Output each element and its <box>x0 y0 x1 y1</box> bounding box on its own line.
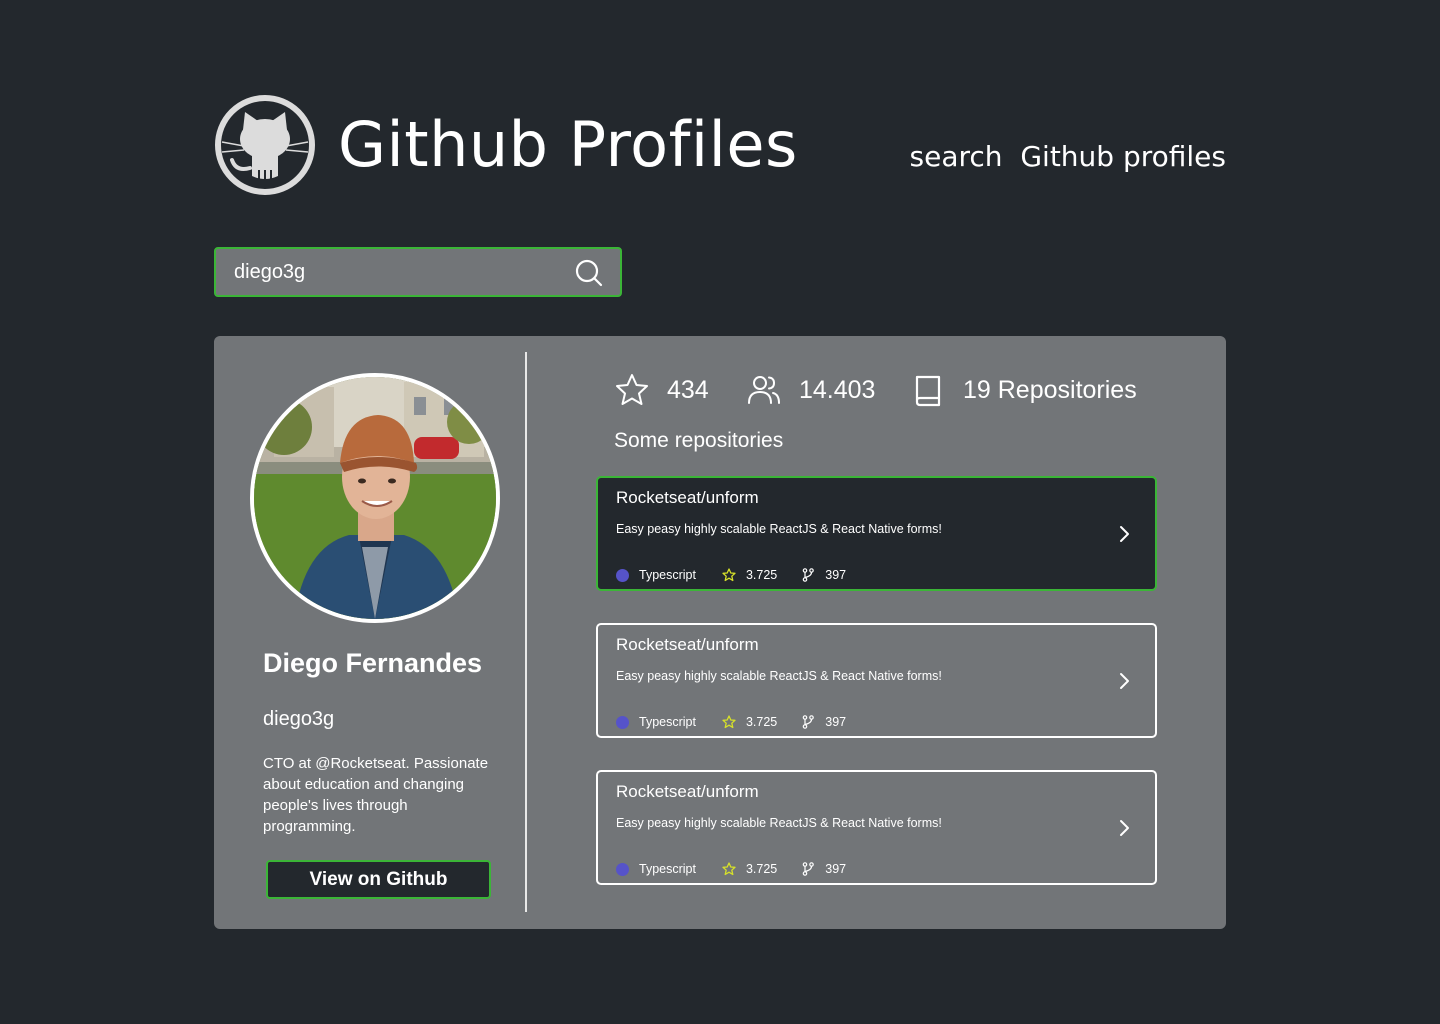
stat-stars: 434 <box>614 370 709 410</box>
repo-forks: 397 <box>825 862 847 876</box>
fork-icon <box>802 568 815 582</box>
fork-icon <box>802 862 815 876</box>
repo-stars: 3.725 <box>745 862 778 876</box>
repo-forks: 397 <box>825 715 847 729</box>
book-icon <box>910 372 946 408</box>
repo-stars: 3.725 <box>745 715 778 729</box>
repo-card[interactable]: Rocketseat/unform Easy peasy highly scal… <box>596 770 1157 885</box>
avatar <box>250 373 500 623</box>
search-input[interactable] <box>234 249 564 295</box>
repo-card[interactable]: Rocketseat/unform Easy peasy highly scal… <box>596 623 1157 738</box>
repo-stars: 3.725 <box>745 568 778 582</box>
repo-language: Typescript <box>639 862 696 876</box>
repositories-count: 19 Repositories <box>963 375 1137 404</box>
repo-language: Typescript <box>639 715 696 729</box>
search-icon <box>574 259 604 291</box>
repo-description: Easy peasy highly scalable ReactJS & Rea… <box>616 522 942 536</box>
stars-count: 434 <box>667 375 709 404</box>
users-icon <box>746 372 782 408</box>
language-dot-icon <box>616 862 629 876</box>
chevron-right-icon <box>1116 672 1132 690</box>
header: Github Profiles search Github profiles <box>214 94 1226 196</box>
view-on-github-button[interactable]: View on Github <box>266 860 491 899</box>
profile-name: Diego Fernandes <box>263 648 483 678</box>
profile-stats: 434 14.403 19 Repositories <box>614 370 1174 410</box>
star-icon <box>722 862 736 876</box>
chevron-right-icon <box>1116 819 1132 837</box>
star-icon <box>614 372 650 408</box>
profile-login: diego3g <box>263 708 335 730</box>
star-icon <box>722 715 736 729</box>
repo-description: Easy peasy highly scalable ReactJS & Rea… <box>616 669 942 683</box>
header-tagline: search Github profiles <box>909 140 1226 173</box>
stat-followers: 14.403 <box>746 370 875 410</box>
language-dot-icon <box>616 715 629 729</box>
app-title: Github Profiles <box>338 108 798 181</box>
repo-meta: Typescript 3.725 397 <box>616 861 846 877</box>
profile-bio: CTO at @Rocketseat. Passionate about edu… <box>263 755 489 835</box>
search-bar <box>214 247 622 297</box>
search-button[interactable] <box>574 258 604 288</box>
star-icon <box>722 568 736 582</box>
followers-count: 14.403 <box>799 375 876 404</box>
divider <box>525 352 527 912</box>
language-dot-icon <box>616 568 629 582</box>
fork-icon <box>802 715 815 729</box>
stat-repositories: 19 Repositories <box>910 370 1137 410</box>
chevron-right-icon <box>1116 525 1132 543</box>
github-octocat-icon <box>214 94 316 196</box>
profile-card: Diego Fernandes diego3g CTO at @Rocketse… <box>214 336 1226 929</box>
repo-name: Rocketseat/unform <box>616 782 759 801</box>
repo-forks: 397 <box>825 568 847 582</box>
repo-name: Rocketseat/unform <box>616 488 759 507</box>
repositories-section-title: Some repositories <box>614 429 784 452</box>
repo-meta: Typescript 3.725 397 <box>616 567 846 583</box>
repo-description: Easy peasy highly scalable ReactJS & Rea… <box>616 816 942 830</box>
repo-card[interactable]: Rocketseat/unform Easy peasy highly scal… <box>596 476 1157 591</box>
repo-language: Typescript <box>639 568 696 582</box>
repo-name: Rocketseat/unform <box>616 635 759 654</box>
repo-meta: Typescript 3.725 397 <box>616 714 846 730</box>
